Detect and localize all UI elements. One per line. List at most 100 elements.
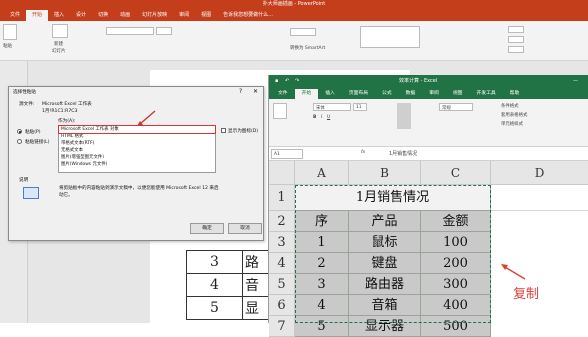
table-header-cell[interactable]: 金额 [421, 211, 491, 232]
pp-tab-view[interactable]: 视图 [195, 10, 217, 21]
excel-paste-icon[interactable] [273, 103, 287, 119]
dialog-close-icon[interactable]: ✕ [253, 88, 258, 95]
replace-box[interactable] [508, 36, 524, 43]
worksheet-grid[interactable]: A B C D 1 2 3 4 5 6 7 1月销售情况 序 产品 金额 1 鼠… [269, 161, 588, 337]
row-header[interactable]: 7 [269, 316, 295, 337]
xl-tab-formulas[interactable]: 公式 [375, 89, 399, 99]
font-size-box[interactable]: 11 [353, 103, 367, 111]
font-name-box[interactable]: 宋体 [313, 103, 351, 111]
xl-tab-insert[interactable]: 插入 [318, 89, 342, 99]
pp-tab-animations[interactable]: 动画 [114, 10, 136, 21]
row-header[interactable]: 6 [269, 295, 295, 316]
table-header-cell[interactable]: 产品 [349, 211, 421, 232]
table-cell[interactable]: 2 [295, 253, 349, 274]
select-all-corner[interactable] [269, 161, 295, 185]
row-header[interactable]: 1 [269, 185, 295, 211]
table-cell[interactable]: 1 [295, 232, 349, 253]
xl-tab-page-layout[interactable]: 页面布局 [342, 89, 375, 99]
radio-paste-label[interactable]: 粘贴(P) [25, 129, 41, 135]
table-cell[interactable]: 3 [295, 274, 349, 295]
xl-tab-review[interactable]: 审阅 [422, 89, 446, 99]
row-header[interactable]: 4 [269, 253, 295, 274]
pp-tab-design[interactable]: 设计 [70, 10, 92, 21]
pp-tab-file[interactable]: 文件 [4, 10, 26, 21]
radio-paste-link[interactable] [17, 139, 22, 144]
show-as-icon-checkbox[interactable] [221, 128, 226, 133]
paste-as-list[interactable]: Microsoft Excel 工作表 对象 HTML 格式 带格式文本(RTF… [58, 125, 216, 173]
conditional-format-button[interactable]: 条件格式 [501, 103, 519, 109]
number-format-box[interactable]: 常规 [439, 103, 473, 111]
show-as-icon-label[interactable]: 显示为图标(D) [228, 128, 258, 134]
cell-style-button[interactable]: 单元格样式 [501, 121, 523, 127]
pp-tab-slideshow[interactable]: 幻灯片放映 [136, 10, 173, 21]
cancel-button[interactable]: 取消 [228, 223, 262, 234]
list-item[interactable]: 无格式文本 [59, 147, 215, 154]
sheet-title-cell[interactable]: 1月销售情况 [295, 185, 491, 211]
pp-tab-insert[interactable]: 插入 [48, 10, 70, 21]
pp-tab-transitions[interactable]: 切换 [92, 10, 114, 21]
list-item[interactable]: 图片(增强型图元文件) [59, 154, 215, 161]
select-box[interactable] [508, 46, 524, 53]
column-header[interactable]: A [295, 161, 349, 185]
table-cell[interactable]: 300 [421, 274, 491, 295]
table-cell[interactable]: 100 [421, 232, 491, 253]
new-slide-icon[interactable] [52, 24, 68, 38]
find-box[interactable] [508, 26, 524, 33]
pp-tab-review[interactable]: 审阅 [173, 10, 195, 21]
row-header[interactable]: 5 [269, 274, 295, 295]
font-size-box[interactable] [156, 27, 172, 35]
table-cell[interactable]: 500 [421, 316, 491, 337]
font-name-box[interactable] [106, 27, 154, 35]
dialog-help-icon[interactable]: ? [239, 88, 242, 95]
xl-tab-developer[interactable]: 开发工具 [469, 89, 502, 99]
xl-tab-data[interactable]: 数据 [399, 89, 423, 99]
underline-icon[interactable]: U [327, 115, 330, 120]
table-cell[interactable]: 鼠标 [349, 232, 421, 253]
ok-button[interactable]: 确定 [190, 223, 224, 234]
xl-tab-help[interactable]: 帮助 [503, 89, 527, 99]
table-cell[interactable]: 键盘 [349, 253, 421, 274]
text-direction-box[interactable] [290, 28, 316, 36]
xl-tab-file[interactable]: 文件 [271, 89, 295, 99]
copy-annotation: 复制 [513, 287, 540, 302]
name-box[interactable]: A1 [271, 149, 303, 159]
pp-tab-home[interactable]: 开始 [26, 10, 49, 21]
formula-input[interactable]: 1月销售情况 [389, 150, 417, 157]
bold-icon[interactable]: B [313, 115, 316, 120]
paste-icon[interactable] [3, 24, 17, 40]
table-cell[interactable]: 路由器 [349, 274, 421, 295]
xl-tab-home[interactable]: 开始 [294, 89, 319, 99]
table-format-button[interactable]: 套用表格格式 [501, 112, 527, 118]
list-item[interactable]: 带格式文本(RTF) [59, 140, 215, 147]
list-item[interactable]: HTML 格式 [59, 133, 215, 140]
list-item[interactable]: 图片(Windows 元文件) [59, 161, 215, 168]
row-header[interactable]: 3 [269, 232, 295, 253]
undo-icon[interactable]: ↶ [285, 75, 289, 88]
smartart-label[interactable]: 转换为 SmartArt [290, 45, 325, 51]
xl-tab-view[interactable]: 视图 [446, 89, 470, 99]
minimize-icon[interactable]: — [573, 75, 578, 88]
column-header[interactable]: B [349, 161, 421, 185]
list-item[interactable]: Microsoft Excel 工作表 对象 [58, 125, 216, 134]
table-cell[interactable]: 200 [421, 253, 491, 274]
save-icon[interactable]: ▪ [275, 75, 278, 88]
table-cell[interactable]: 显示器 [349, 316, 421, 337]
align-group[interactable] [397, 103, 411, 129]
table-cell[interactable]: 400 [421, 295, 491, 316]
pp-tell-me[interactable]: 告诉我您想要做什么... [217, 10, 279, 21]
radio-paste[interactable] [17, 129, 22, 134]
italic-icon[interactable]: I [321, 115, 322, 120]
shapes-gallery[interactable] [360, 26, 420, 48]
column-header[interactable]: C [421, 161, 491, 185]
fx-icon[interactable]: fx [361, 150, 365, 155]
slide-table[interactable]: 3路 4音 5显 [186, 250, 273, 320]
radio-paste-link-label[interactable]: 粘贴链接(L) [25, 139, 50, 145]
redo-icon[interactable]: ↷ [295, 75, 299, 88]
table-cell[interactable] [491, 185, 588, 211]
table-cell[interactable]: 5 [295, 316, 349, 337]
table-cell[interactable]: 4 [295, 295, 349, 316]
table-cell[interactable]: 音箱 [349, 295, 421, 316]
row-header[interactable]: 2 [269, 211, 295, 232]
table-header-cell[interactable]: 序 [295, 211, 349, 232]
column-header[interactable]: D [491, 161, 588, 185]
